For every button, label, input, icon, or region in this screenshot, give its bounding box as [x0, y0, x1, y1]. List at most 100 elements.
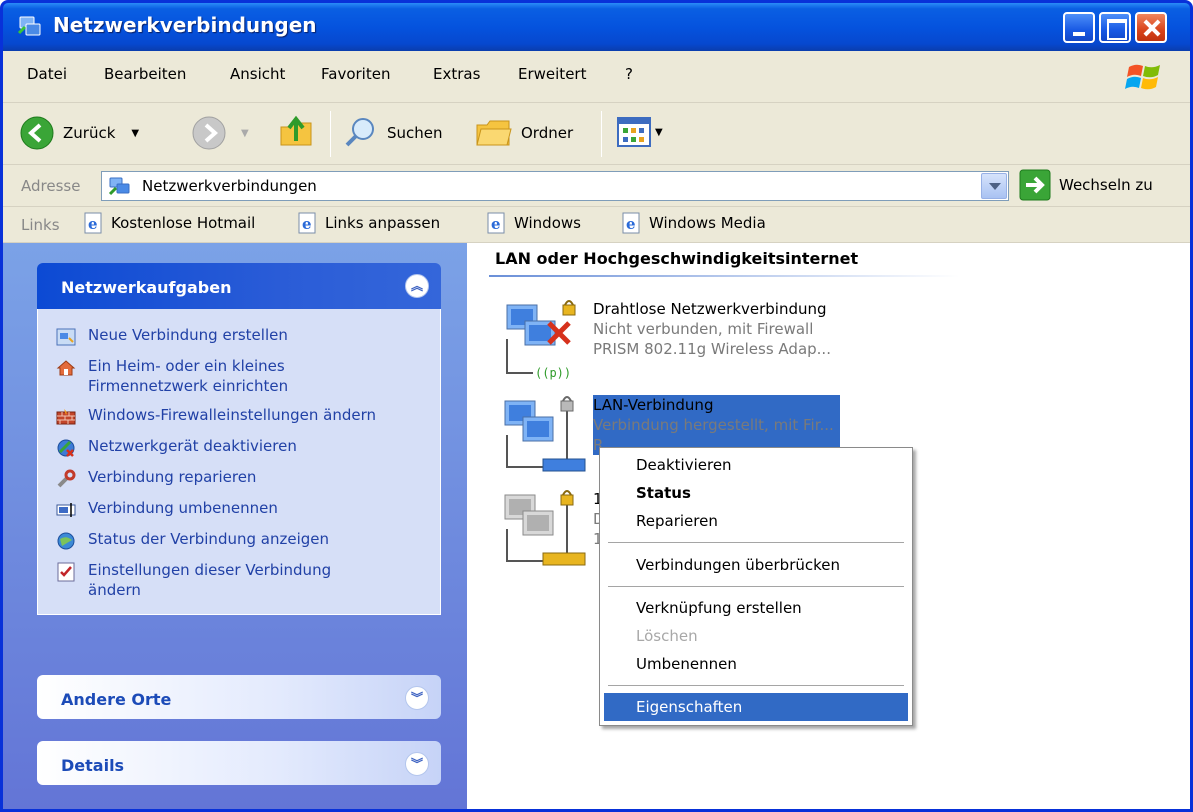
collapse-chevron-icon[interactable]: ︽	[405, 274, 429, 298]
task-label: Status der Verbindung anzeigen	[88, 530, 329, 548]
other-places-header[interactable]: Andere Orte ︾	[37, 675, 441, 719]
menu-separator	[608, 685, 904, 686]
task-view-status[interactable]: Status der Verbindung anzeigen	[56, 529, 428, 551]
details-header[interactable]: Details ︾	[37, 741, 441, 785]
other-places-panel[interactable]: Andere Orte ︾	[37, 675, 441, 719]
menu-item-status[interactable]: Status	[604, 479, 908, 507]
task-rename-connection[interactable]: Verbindung umbenennen	[56, 498, 428, 520]
go-arrow-icon	[1019, 169, 1051, 201]
links-bar: Links e Kostenlose Hotmail e Links anpas…	[3, 207, 1190, 243]
link-hotmail[interactable]: e Kostenlose Hotmail	[83, 212, 255, 234]
disable-device-icon	[57, 439, 75, 457]
menu-erweitert[interactable]: Erweitert	[518, 65, 586, 83]
connection-wireless-text: Drahtlose Netzwerkverbindung Nicht verbu…	[593, 299, 831, 359]
forward-dropdown-icon: ▼	[241, 127, 249, 139]
status-icon	[57, 532, 75, 550]
menu-item-deactivate[interactable]: Deaktivieren	[604, 451, 908, 479]
folders-label: Ordner	[521, 124, 574, 142]
search-icon	[345, 118, 374, 147]
ie-page-icon: e	[487, 212, 505, 234]
task-firewall-settings[interactable]: Windows-Firewalleinstellungen ändern	[56, 405, 428, 427]
windows-logo-icon	[1125, 64, 1160, 90]
search-button[interactable]: Suchen	[343, 115, 443, 151]
close-button[interactable]	[1135, 12, 1167, 43]
menu-item-repair[interactable]: Reparieren	[604, 507, 908, 535]
connection-name: LAN-Verbindung	[593, 396, 714, 414]
new-connection-icon	[56, 328, 76, 346]
svg-text:e: e	[626, 215, 636, 233]
go-label: Wechseln zu	[1059, 176, 1153, 194]
address-input[interactable]: Netzwerkverbindungen	[101, 171, 1009, 201]
menu-extras[interactable]: Extras	[433, 65, 480, 83]
go-button[interactable]: Wechseln zu	[1019, 169, 1153, 201]
network-connections-icon	[17, 16, 41, 36]
up-folder-button[interactable]	[277, 113, 315, 151]
address-bar: Adresse Netzwerkverbindungen Wechseln zu	[3, 165, 1190, 207]
menu-separator	[608, 586, 904, 587]
menu-ansicht[interactable]: Ansicht	[230, 65, 285, 83]
link-windows-media[interactable]: e Windows Media	[621, 212, 766, 234]
views-button[interactable]: ▼	[617, 117, 663, 147]
menu-separator	[608, 542, 904, 543]
task-disable-device[interactable]: Netzwerkgerät deaktivieren	[56, 436, 428, 458]
menu-item-rename[interactable]: Umbenennen	[604, 650, 908, 678]
folders-icon	[476, 120, 512, 146]
window-title: Netzwerkverbindungen	[53, 13, 317, 37]
link-windows[interactable]: e Windows	[486, 212, 581, 234]
folders-button[interactable]: Ordner	[475, 115, 573, 151]
task-new-connection[interactable]: Neue Verbindung erstellen	[56, 325, 428, 347]
search-label: Suchen	[387, 124, 443, 142]
connection-device: PRISM 802.11g Wireless Adap...	[593, 340, 831, 358]
firewall-icon	[56, 409, 76, 425]
menu-favoriten[interactable]: Favoriten	[321, 65, 390, 83]
lan-connection-icon	[504, 396, 586, 472]
wrench-icon	[57, 469, 76, 488]
task-label: Ein Heim- oder ein kleines Firmennetzwer…	[88, 357, 289, 395]
connection-name: Drahtlose Netzwerkverbindung	[593, 300, 827, 318]
other-places-title: Andere Orte	[61, 690, 172, 709]
menu-datei[interactable]: Datei	[27, 65, 67, 83]
svg-text:((p)): ((p))	[535, 366, 571, 380]
network-tasks-title: Netzwerkaufgaben	[61, 278, 232, 297]
task-label: Einstellungen dieser Verbindung ändern	[88, 561, 332, 599]
wireless-connection-icon: ((p))	[506, 300, 576, 380]
network-tasks-header[interactable]: Netzwerkaufgaben ︽	[37, 263, 441, 309]
task-change-settings[interactable]: Einstellungen dieser Verbindung ändern	[56, 560, 428, 600]
menu-item-bridge[interactable]: Verbindungen überbrücken	[604, 551, 908, 579]
back-label: Zurück	[63, 124, 116, 142]
forward-button[interactable]: ▼	[191, 115, 249, 151]
settings-checklist-icon	[57, 562, 75, 582]
minimize-button[interactable]	[1063, 12, 1095, 43]
menu-help[interactable]: ?	[625, 65, 633, 83]
expand-chevron-icon[interactable]: ︾	[405, 752, 429, 776]
group-header: LAN oder Hochgeschwindigkeitsinternet	[495, 249, 859, 268]
details-panel[interactable]: Details ︾	[37, 741, 441, 785]
menu-item-create-shortcut[interactable]: Verknüpfung erstellen	[604, 594, 908, 622]
menu-bearbeiten[interactable]: Bearbeiten	[104, 65, 186, 83]
context-menu: Deaktivieren Status Reparieren Verbindun…	[599, 447, 913, 726]
maximize-button[interactable]	[1099, 12, 1131, 43]
task-label: Windows-Firewalleinstellungen ändern	[88, 406, 376, 424]
network-connection-icon	[504, 490, 586, 566]
task-pane: Netzwerkaufgaben ︽ Neue Verbindung erste…	[3, 243, 467, 809]
task-home-network[interactable]: Ein Heim- oder ein kleines Firmennetzwer…	[56, 356, 428, 396]
title-bar[interactable]: Netzwerkverbindungen	[3, 3, 1190, 51]
link-hotmail-label: Kostenlose Hotmail	[111, 214, 256, 232]
forward-arrow-icon	[192, 116, 226, 150]
ie-page-icon: e	[298, 212, 316, 234]
ie-page-icon: e	[84, 212, 102, 234]
back-dropdown-icon[interactable]: ▼	[131, 128, 139, 139]
svg-text:e: e	[302, 215, 312, 233]
network-tasks-body: Neue Verbindung erstellen Ein Heim- oder…	[37, 309, 441, 615]
back-button[interactable]: Zurück ▼	[19, 115, 139, 151]
folder-up-icon	[280, 115, 312, 146]
menu-item-properties[interactable]: Eigenschaften	[604, 693, 908, 721]
link-customize[interactable]: e Links anpassen	[297, 212, 440, 234]
expand-chevron-icon[interactable]: ︾	[405, 686, 429, 710]
address-dropdown-button[interactable]	[981, 173, 1007, 199]
svg-text:e: e	[491, 215, 501, 233]
group-divider	[489, 275, 959, 277]
task-label: Verbindung reparieren	[88, 468, 257, 486]
task-repair-connection[interactable]: Verbindung reparieren	[56, 467, 428, 489]
address-label: Adresse	[21, 177, 81, 195]
